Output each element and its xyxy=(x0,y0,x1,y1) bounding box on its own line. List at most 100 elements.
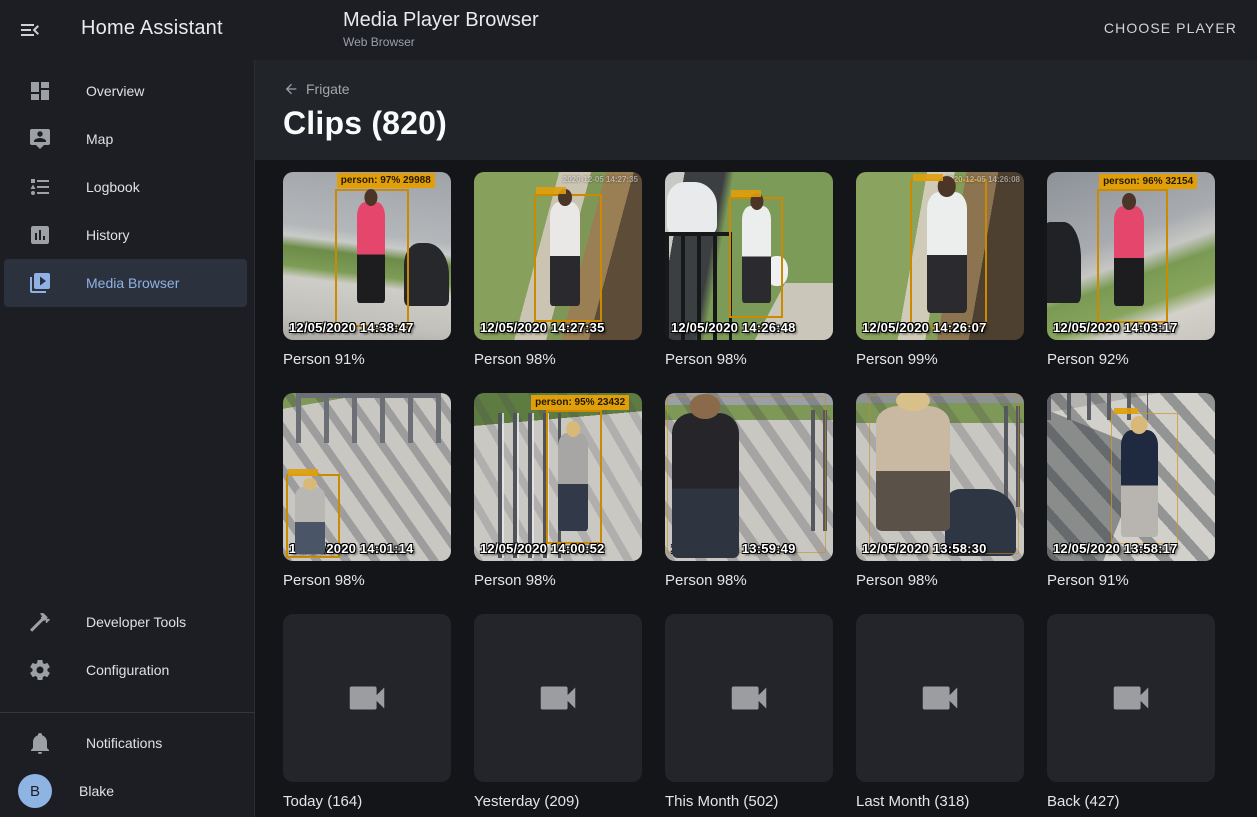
folder-label: Last Month (318) xyxy=(856,792,1024,812)
person-figure xyxy=(1114,206,1144,307)
clip-timestamp: 12/05/2020 14:03:17 xyxy=(1053,320,1178,335)
folder-tile[interactable] xyxy=(1047,614,1215,782)
detection-chip xyxy=(1114,408,1138,414)
clip-thumbnail[interactable]: 12/05/2020 13:58:17 xyxy=(1047,393,1215,561)
clip-label: Person 98% xyxy=(474,350,642,370)
clip-label: Person 91% xyxy=(1047,571,1215,591)
clip-thumbnail[interactable]: 12/05/2020 13:59:49 xyxy=(665,393,833,561)
clip-item[interactable]: person: 97% 29988 12/05/2020 14:38:47 Pe… xyxy=(283,172,451,370)
sidebar-item-label: Configuration xyxy=(86,662,169,678)
camera-osd-time: 2020-12-05 14:26:08 xyxy=(945,175,1020,184)
clip-thumbnail[interactable]: 2020-12-05 14:26:08 12/05/2020 14:26:07 xyxy=(856,172,1024,340)
choose-player-button[interactable]: CHOOSE PLAYER xyxy=(1104,20,1237,36)
person-figure xyxy=(550,202,580,306)
clip-label: Person 98% xyxy=(665,571,833,591)
person-figure xyxy=(876,406,950,530)
page-heading: Clips (820) xyxy=(283,105,1257,142)
clip-thumbnail[interactable]: 12/05/2020 14:26:48 xyxy=(665,172,833,340)
clip-thumbnail[interactable]: person: 96% 32154 12/05/2020 14:03:17 xyxy=(1047,172,1215,340)
detection-chip: person: 95% 23432 xyxy=(531,395,629,410)
stroller-shape xyxy=(404,243,449,307)
detection-chip xyxy=(731,190,761,197)
app-title: Home Assistant xyxy=(81,17,223,40)
clip-item[interactable]: 2020-12-05 14:27:35 12/05/2020 14:27:35 … xyxy=(474,172,642,370)
folder-item-last-month[interactable]: Last Month (318) xyxy=(856,614,1024,812)
sidebar-item-notifications[interactable]: Notifications xyxy=(4,719,247,767)
folder-item-yesterday[interactable]: Yesterday (209) xyxy=(474,614,642,812)
folder-tile[interactable] xyxy=(856,614,1024,782)
clip-label: Person 98% xyxy=(474,571,642,591)
car-shape xyxy=(667,182,717,236)
folder-label: Today (164) xyxy=(283,792,451,812)
person-figure xyxy=(927,192,967,313)
clip-label: Person 98% xyxy=(283,571,451,591)
page-title-group: Media Player Browser Web Browser xyxy=(343,9,539,49)
folder-tile[interactable] xyxy=(474,614,642,782)
sidebar-item-overview[interactable]: Overview xyxy=(4,67,247,115)
sidebar-item-logbook[interactable]: Logbook xyxy=(4,163,247,211)
clip-label: Person 98% xyxy=(856,571,1024,591)
folder-item-back[interactable]: Back (427) xyxy=(1047,614,1215,812)
sidebar-item-developer-tools[interactable]: Developer Tools xyxy=(4,598,247,646)
detection-chip xyxy=(913,174,943,181)
folder-item-today[interactable]: Today (164) xyxy=(283,614,451,812)
clip-item[interactable]: person: 96% 32154 12/05/2020 14:03:17 Pe… xyxy=(1047,172,1215,370)
clip-timestamp: 12/05/2020 14:26:48 xyxy=(671,320,796,335)
back-arrow-icon xyxy=(283,81,299,97)
folder-tile[interactable] xyxy=(283,614,451,782)
clip-thumbnail[interactable]: 12/05/2020 14:01:14 xyxy=(283,393,451,561)
detection-chip: person: 96% 32154 xyxy=(1099,174,1197,189)
clip-thumbnail[interactable]: 12/05/2020 13:58:30 xyxy=(856,393,1024,561)
clip-timestamp: 12/05/2020 14:26:07 xyxy=(862,320,987,335)
person-figure xyxy=(357,202,386,303)
logbook-list-icon xyxy=(28,175,52,199)
sidebar-item-history[interactable]: History xyxy=(4,211,247,259)
clip-item[interactable]: 12/05/2020 13:58:17 Person 91% xyxy=(1047,393,1215,591)
bell-icon xyxy=(28,731,52,755)
clip-item[interactable]: 12/05/2020 13:59:49 Person 98% xyxy=(665,393,833,591)
person-figure xyxy=(742,206,771,303)
media-play-box-icon xyxy=(28,271,52,295)
clip-item[interactable]: 12/05/2020 14:26:48 Person 98% xyxy=(665,172,833,370)
breadcrumb[interactable]: Frigate xyxy=(283,81,350,97)
sidebar-item-label: Overview xyxy=(86,83,144,99)
folder-tile[interactable] xyxy=(665,614,833,782)
person-figure xyxy=(1121,430,1158,538)
sidebar-item-label: Notifications xyxy=(86,735,162,751)
clip-timestamp: 12/05/2020 14:00:52 xyxy=(480,541,605,556)
clip-item[interactable]: person: 95% 23432 12/05/2020 14:00:52 Pe… xyxy=(474,393,642,591)
folder-item-this-month[interactable]: This Month (502) xyxy=(665,614,833,812)
clip-label: Person 99% xyxy=(856,350,1024,370)
sidebar-item-label: Blake xyxy=(79,783,114,799)
clip-item[interactable]: 2020-12-05 14:26:08 12/05/2020 14:26:07 … xyxy=(856,172,1024,370)
sidebar-item-configuration[interactable]: Configuration xyxy=(4,646,247,694)
media-grid-container: person: 97% 29988 12/05/2020 14:38:47 Pe… xyxy=(255,160,1257,817)
clip-thumbnail[interactable]: person: 97% 29988 12/05/2020 14:38:47 xyxy=(283,172,451,340)
detection-chip xyxy=(288,469,318,476)
detection-chip xyxy=(536,187,566,194)
person-figure xyxy=(558,433,588,530)
clip-thumbnail[interactable]: 2020-12-05 14:27:35 12/05/2020 14:27:35 xyxy=(474,172,642,340)
sidebar-item-media-browser[interactable]: Media Browser xyxy=(4,259,247,307)
gear-icon xyxy=(28,658,52,682)
sidebar-item-map[interactable]: Map xyxy=(4,115,247,163)
camera-osd-time: 2020-12-05 14:27:35 xyxy=(563,175,638,184)
content-header: Frigate Clips (820) xyxy=(255,60,1257,160)
menu-open-icon[interactable] xyxy=(18,18,42,42)
sidebar: Overview Map Logbook History Media Brows… xyxy=(0,60,255,817)
hammer-icon xyxy=(28,610,52,634)
breadcrumb-label: Frigate xyxy=(306,81,350,97)
clip-timestamp: 12/05/2020 13:58:30 xyxy=(862,541,987,556)
folder-label: This Month (502) xyxy=(665,792,833,812)
video-icon xyxy=(1108,675,1154,721)
clip-label: Person 92% xyxy=(1047,350,1215,370)
clip-item[interactable]: 12/05/2020 13:58:30 Person 98% xyxy=(856,393,1024,591)
clip-item[interactable]: 12/05/2020 14:01:14 Person 98% xyxy=(283,393,451,591)
detection-chip: person: 97% 29988 xyxy=(337,173,435,188)
clip-label: Person 91% xyxy=(283,350,451,370)
clip-label: Person 98% xyxy=(665,350,833,370)
sidebar-item-profile[interactable]: B Blake xyxy=(4,767,247,815)
clip-timestamp: 12/05/2020 14:38:47 xyxy=(289,320,414,335)
railing-shape xyxy=(296,393,440,443)
clip-thumbnail[interactable]: person: 95% 23432 12/05/2020 14:00:52 xyxy=(474,393,642,561)
